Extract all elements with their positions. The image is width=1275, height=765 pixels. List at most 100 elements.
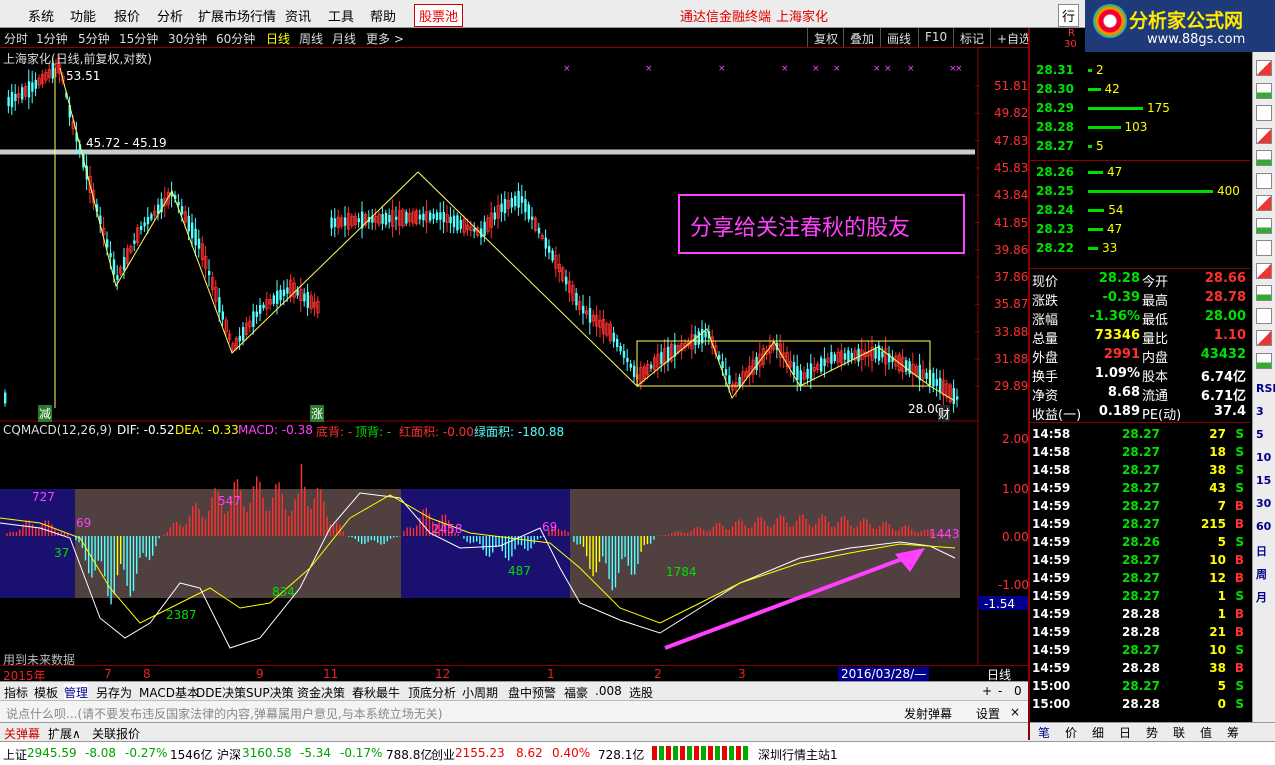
tool-icon[interactable] xyxy=(1256,307,1272,324)
tool-icon[interactable] xyxy=(1256,262,1272,279)
side-shortcut[interactable]: 60 xyxy=(1256,520,1271,533)
period-timeshare[interactable]: 分时 xyxy=(4,30,28,47)
menu-analysis[interactable]: 分析 xyxy=(157,6,183,25)
menu-system[interactable]: 系统 xyxy=(28,6,54,25)
menu-function[interactable]: 功能 xyxy=(70,6,96,25)
reduce-marker[interactable]: 减 xyxy=(38,405,53,422)
tab-indicator[interactable]: 指标 xyxy=(4,684,28,701)
menu-tools[interactable]: 工具 xyxy=(328,6,354,25)
draw-line-button[interactable]: 画线 xyxy=(880,28,917,47)
ask-row[interactable]: 28.30 42 xyxy=(1030,81,1250,99)
macd-bar xyxy=(757,517,759,536)
close-danmaku-button[interactable]: × xyxy=(1010,705,1020,719)
tab-manage[interactable]: 管理 xyxy=(64,684,89,701)
bid-row[interactable]: 28.25 400 xyxy=(1030,183,1250,201)
tab-008[interactable]: .008 xyxy=(595,684,622,698)
tool-icon[interactable] xyxy=(1256,172,1272,189)
bid-row[interactable]: 28.26 47 xyxy=(1030,164,1250,182)
menu-quote[interactable]: 报价 xyxy=(114,6,140,25)
tool-icon[interactable] xyxy=(1256,105,1272,121)
tab-day[interactable]: 日 xyxy=(1119,724,1131,741)
tool-icon[interactable] xyxy=(1256,240,1272,256)
side-shortcut[interactable]: 15 xyxy=(1256,474,1271,487)
quote-label: 最低 xyxy=(1142,313,1169,328)
tab-save-as[interactable]: 另存为 xyxy=(96,684,132,701)
tab-stock-pick[interactable]: 选股 xyxy=(629,684,653,701)
ask-row[interactable]: 28.31 2 xyxy=(1030,62,1250,80)
side-shortcut[interactable]: RSI xyxy=(1256,382,1275,395)
side-shortcut[interactable]: 3 xyxy=(1256,405,1264,418)
tool-icon[interactable] xyxy=(1256,127,1272,144)
mark-button[interactable]: 标记 xyxy=(953,28,990,47)
tab-trend[interactable]: 势 xyxy=(1146,724,1158,741)
tool-icon[interactable] xyxy=(1256,217,1272,234)
zoom-out-button[interactable]: - xyxy=(998,684,1002,698)
tool-icon[interactable] xyxy=(1256,352,1272,369)
related-quote-tab[interactable]: 关联报价 xyxy=(92,725,140,742)
side-shortcut[interactable]: 周 xyxy=(1256,566,1267,582)
tab-macd-basic[interactable]: MACD基本 xyxy=(139,684,199,701)
tool-icon[interactable] xyxy=(1256,285,1272,301)
side-shortcut[interactable]: 月 xyxy=(1256,589,1267,605)
tab-value[interactable]: 值 xyxy=(1200,724,1212,741)
tab-sup[interactable]: SUP决策 xyxy=(246,684,294,701)
finance-marker[interactable]: 财 xyxy=(938,405,951,422)
tool-icon[interactable] xyxy=(1256,60,1272,76)
tab-alert[interactable]: 盘中预警 xyxy=(508,684,556,701)
settings-button[interactable]: 设置 xyxy=(976,705,1000,722)
period-5min[interactable]: 5分钟 xyxy=(78,30,110,47)
period-weekly[interactable]: 周线 xyxy=(299,30,323,47)
tool-icon[interactable] xyxy=(1256,195,1272,211)
side-shortcut[interactable]: 5 xyxy=(1256,428,1264,441)
menu-news[interactable]: 资讯 xyxy=(285,6,311,25)
reset-button[interactable]: 0 xyxy=(1014,684,1022,698)
period-60min[interactable]: 60分钟 xyxy=(216,30,255,47)
tab-small-cycle[interactable]: 小周期 xyxy=(462,684,498,701)
tool-icon[interactable] xyxy=(1256,82,1272,99)
tab-dde[interactable]: DDE决策 xyxy=(196,684,246,701)
tab-detail[interactable]: 细 xyxy=(1092,724,1104,741)
rise-marker[interactable]: 涨 xyxy=(310,405,325,422)
tab-top-bottom[interactable]: 顶底分析 xyxy=(408,684,456,701)
tab-link[interactable]: 联 xyxy=(1173,724,1185,741)
ask-row[interactable]: 28.27 5 xyxy=(1030,138,1250,156)
macd-bar xyxy=(192,506,194,536)
tab-template[interactable]: 模板 xyxy=(34,684,58,701)
bid-row[interactable]: 28.24 54 xyxy=(1030,202,1250,220)
tab-tick[interactable]: 笔 xyxy=(1038,724,1050,741)
tool-icon[interactable] xyxy=(1256,150,1272,166)
send-danmaku-button[interactable]: 发射弹幕 xyxy=(904,705,952,722)
close-danmaku-tab[interactable]: 关弹幕 xyxy=(4,725,40,742)
period-1min[interactable]: 1分钟 xyxy=(36,30,68,47)
danmaku-input[interactable]: 说点什么呗...(请不要发布违反国家法律的内容,弹幕属用户意见,与本系统立场无关… xyxy=(6,705,442,722)
period-monthly[interactable]: 月线 xyxy=(332,30,356,47)
adjust-button[interactable]: 复权 xyxy=(807,28,844,47)
menu-ext-market[interactable]: 扩展市场行情 xyxy=(198,6,276,25)
bid-row[interactable]: 28.22 33 xyxy=(1030,240,1250,258)
tab-chips[interactable]: 筹 xyxy=(1227,724,1239,741)
zoom-in-button[interactable]: + xyxy=(982,684,992,698)
side-shortcut[interactable]: 10 xyxy=(1256,451,1271,464)
tab-price[interactable]: 价 xyxy=(1065,724,1077,741)
tab-fund[interactable]: 资金决策 xyxy=(297,684,345,701)
menu-help[interactable]: 帮助 xyxy=(370,6,396,25)
expand-tab[interactable]: 扩展∧ xyxy=(48,725,81,742)
f10-button[interactable]: F10 xyxy=(918,28,953,47)
overlay-button[interactable]: 叠加 xyxy=(843,28,880,47)
macd-bar xyxy=(847,519,849,536)
period-30min[interactable]: 30分钟 xyxy=(168,30,207,47)
ask-row[interactable]: 28.28 103 xyxy=(1030,119,1250,137)
stock-pool-button[interactable]: 股票池 xyxy=(414,4,464,27)
period-15min[interactable]: 15分钟 xyxy=(119,30,158,47)
window-button[interactable]: 行 xyxy=(1058,4,1080,27)
tool-icon[interactable] xyxy=(1256,330,1272,346)
period-more[interactable]: 更多 > xyxy=(366,30,404,47)
macd-bar xyxy=(911,529,913,536)
ask-row[interactable]: 28.29 175 xyxy=(1030,100,1250,118)
period-daily[interactable]: 日线 xyxy=(266,30,290,47)
bid-row[interactable]: 28.23 47 xyxy=(1030,221,1250,239)
tab-chunqiu[interactable]: 春秋最牛 xyxy=(352,684,400,701)
side-shortcut[interactable]: 30 xyxy=(1256,497,1271,510)
tab-fuhao[interactable]: 福豪 xyxy=(564,684,588,701)
side-shortcut[interactable]: 日 xyxy=(1256,543,1267,559)
